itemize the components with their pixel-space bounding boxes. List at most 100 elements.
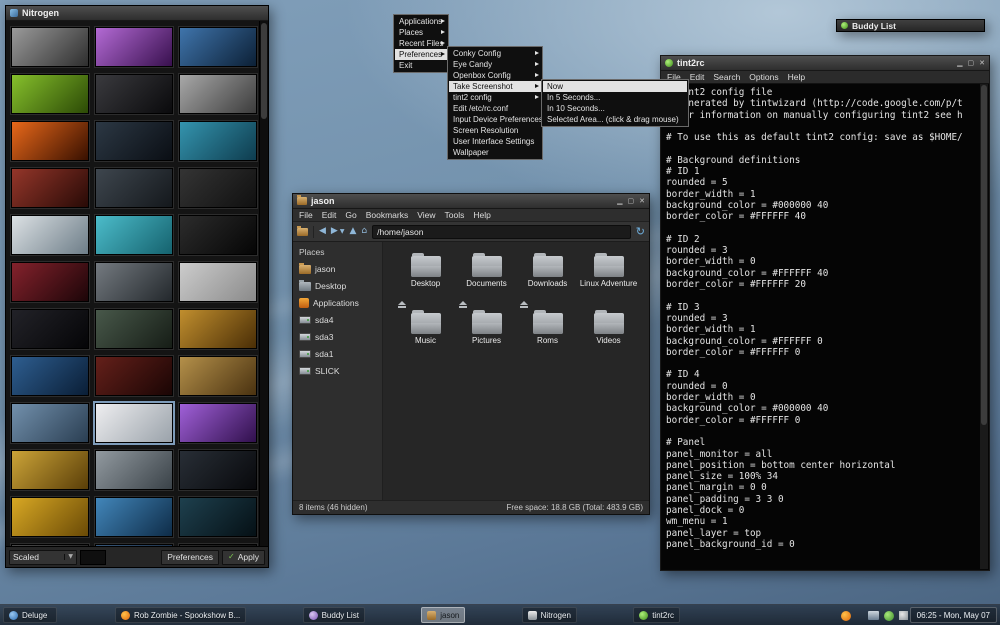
wallpaper-thumbnail[interactable] bbox=[95, 356, 173, 396]
volume-tray-icon[interactable] bbox=[884, 611, 894, 621]
wallpaper-thumbnail[interactable] bbox=[11, 450, 89, 490]
wallpaper-thumbnail[interactable] bbox=[179, 356, 257, 396]
wallpaper-thumbnail[interactable] bbox=[95, 121, 173, 161]
audacious-tray-icon[interactable] bbox=[841, 611, 851, 621]
back-icon[interactable]: ◀ bbox=[319, 227, 326, 236]
wallpaper-thumbnail[interactable] bbox=[95, 168, 173, 208]
editor-titlebar[interactable]: tint2rc ▁ ▢ ✕ bbox=[661, 56, 989, 71]
menu-item[interactable]: In 10 Seconds... bbox=[543, 103, 687, 114]
wallpaper-thumbnail[interactable] bbox=[179, 215, 257, 255]
place-item[interactable]: sda3 bbox=[293, 328, 382, 345]
menu-item[interactable]: Wallpaper bbox=[449, 147, 541, 158]
menubar-item[interactable]: Go bbox=[345, 210, 356, 220]
up-icon[interactable]: ▲ bbox=[349, 227, 356, 236]
wallpaper-thumbnail[interactable] bbox=[95, 450, 173, 490]
color-preview-box[interactable] bbox=[80, 550, 106, 565]
places-header[interactable]: Places bbox=[293, 244, 382, 260]
menu-item[interactable]: Now bbox=[543, 81, 687, 92]
menubar-item[interactable]: Tools bbox=[445, 210, 465, 220]
wallpaper-thumbnail[interactable] bbox=[179, 168, 257, 208]
wallpaper-thumbnail[interactable] bbox=[11, 309, 89, 349]
wallpaper-thumbnail[interactable] bbox=[179, 497, 257, 537]
menu-item[interactable]: tint2 config bbox=[449, 92, 541, 103]
close-button[interactable]: ✕ bbox=[979, 60, 985, 67]
wallpaper-thumbnail[interactable] bbox=[95, 309, 173, 349]
wallpaper-thumbnail[interactable] bbox=[11, 356, 89, 396]
wallpaper-thumbnail[interactable] bbox=[179, 27, 257, 67]
menubar-item[interactable]: Search bbox=[713, 72, 740, 82]
menu-item[interactable]: Screen Resolution bbox=[449, 125, 541, 136]
place-item[interactable]: sda1 bbox=[293, 345, 382, 362]
menu-item[interactable]: Selected Area... (click & drag mouse) bbox=[543, 114, 687, 125]
home-icon[interactable]: ⌂ bbox=[361, 227, 367, 236]
place-item[interactable]: Desktop bbox=[293, 277, 382, 294]
taskbar-task[interactable]: jason bbox=[421, 607, 465, 623]
minimize-button[interactable]: ▁ bbox=[617, 198, 622, 205]
nitrogen-scrollbar[interactable] bbox=[259, 21, 268, 546]
menubar-item[interactable]: Edit bbox=[690, 72, 705, 82]
editor-text-area[interactable]: # Tint2 config file# Generated by tintwi… bbox=[662, 84, 980, 569]
menu-item[interactable]: Preferences bbox=[395, 49, 447, 60]
maximize-button[interactable]: ▢ bbox=[628, 198, 635, 205]
menubar-item[interactable]: View bbox=[417, 210, 435, 220]
menu-item[interactable]: Input Device Preferences bbox=[449, 114, 541, 125]
wallpaper-thumbnail[interactable] bbox=[11, 27, 89, 67]
wallpaper-thumbnail[interactable] bbox=[179, 309, 257, 349]
minimize-button[interactable]: ▁ bbox=[957, 60, 962, 67]
new-tab-icon[interactable] bbox=[297, 228, 308, 236]
wallpaper-thumbnail[interactable] bbox=[11, 215, 89, 255]
taskbar-task[interactable]: Buddy List bbox=[303, 607, 365, 623]
editor-scrollbar[interactable] bbox=[980, 84, 988, 569]
wallpaper-thumbnail[interactable] bbox=[11, 403, 89, 443]
menu-item[interactable]: Places bbox=[395, 27, 447, 38]
wallpaper-thumbnail[interactable] bbox=[95, 74, 173, 114]
wallpaper-thumbnail[interactable] bbox=[11, 74, 89, 114]
wallpaper-thumbnail[interactable] bbox=[179, 262, 257, 302]
wallpaper-thumbnail[interactable] bbox=[179, 403, 257, 443]
wallpaper-thumbnail[interactable] bbox=[179, 450, 257, 490]
wallpaper-thumbnail[interactable] bbox=[179, 74, 257, 114]
folder-item[interactable]: Music bbox=[395, 309, 456, 366]
menubar-item[interactable]: Bookmarks bbox=[366, 210, 409, 220]
folder-item[interactable]: Roms bbox=[517, 309, 578, 366]
wallpaper-thumbnail[interactable] bbox=[95, 262, 173, 302]
menu-item[interactable]: Eye Candy bbox=[449, 59, 541, 70]
menubar-item[interactable]: Options bbox=[749, 72, 778, 82]
folder-item[interactable]: Linux Adventure bbox=[578, 252, 639, 309]
menu-item[interactable]: Openbox Config bbox=[449, 70, 541, 81]
menu-item[interactable]: Take Screenshot bbox=[449, 81, 541, 92]
history-dropdown-icon[interactable]: ▼ bbox=[340, 229, 345, 235]
menu-item[interactable]: Exit bbox=[395, 60, 447, 71]
place-item[interactable]: jason bbox=[293, 260, 382, 277]
network-tray-icon[interactable] bbox=[868, 611, 879, 620]
wallpaper-thumbnail[interactable] bbox=[11, 497, 89, 537]
menubar-item[interactable]: File bbox=[299, 210, 313, 220]
taskbar-task[interactable]: Nitrogen bbox=[522, 607, 577, 623]
wallpaper-thumbnail[interactable] bbox=[11, 262, 89, 302]
place-item[interactable]: Applications bbox=[293, 294, 382, 311]
menu-item[interactable]: Conky Config bbox=[449, 48, 541, 59]
file-manager-titlebar[interactable]: jason ▁ ▢ ✕ bbox=[293, 194, 649, 209]
preferences-button[interactable]: Preferences bbox=[161, 550, 219, 565]
menu-item[interactable]: Recent Files bbox=[395, 38, 447, 49]
forward-icon[interactable]: ▶ bbox=[331, 227, 338, 236]
nitrogen-titlebar[interactable]: Nitrogen bbox=[6, 6, 268, 21]
apply-button[interactable]: ✓ Apply bbox=[222, 550, 265, 565]
scale-mode-select[interactable]: Scaled ▼ bbox=[9, 550, 77, 565]
taskbar-task[interactable]: tint2rc bbox=[633, 607, 680, 623]
place-item[interactable]: SLICK bbox=[293, 362, 382, 379]
wallpaper-thumbnail[interactable] bbox=[95, 497, 173, 537]
close-button[interactable]: ✕ bbox=[639, 198, 645, 205]
place-item[interactable]: sda4 bbox=[293, 311, 382, 328]
maximize-button[interactable]: ▢ bbox=[968, 60, 975, 67]
menubar-item[interactable]: Edit bbox=[322, 210, 337, 220]
folder-item[interactable]: Videos bbox=[578, 309, 639, 366]
menu-item[interactable]: Edit /etc/rc.conf bbox=[449, 103, 541, 114]
taskbar-task-deluge[interactable]: Deluge bbox=[3, 607, 57, 623]
folder-item[interactable]: Pictures bbox=[456, 309, 517, 366]
path-bar[interactable]: /home/jason bbox=[372, 225, 631, 239]
buddy-list-window[interactable]: Buddy List bbox=[836, 19, 985, 32]
panel-clock[interactable]: 06:25 - Mon, May 07 bbox=[910, 607, 997, 623]
taskbar-task[interactable]: Rob Zombie - Spookshow B... bbox=[115, 607, 246, 623]
refresh-icon[interactable]: ↻ bbox=[636, 226, 645, 237]
